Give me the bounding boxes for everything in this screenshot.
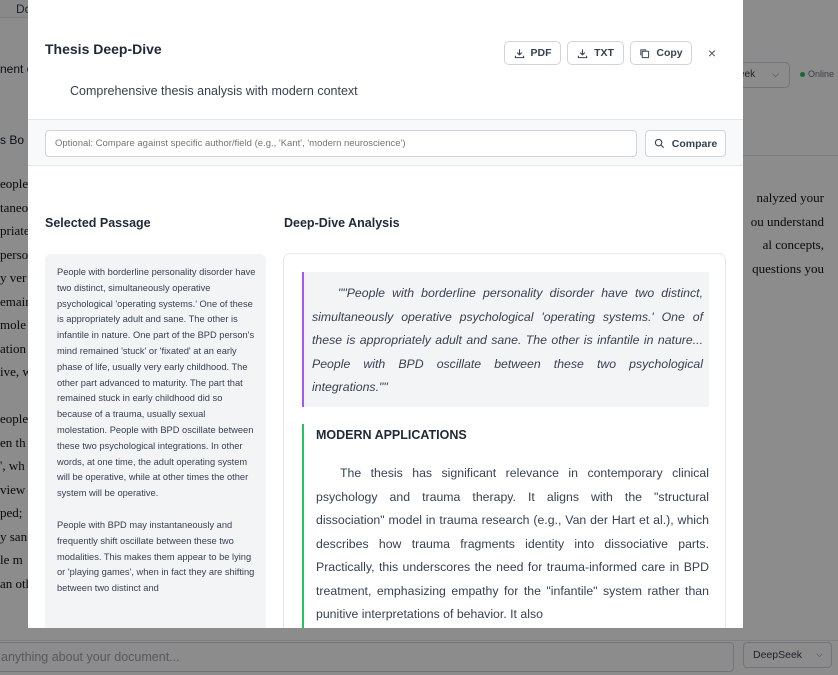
pdf-label: PDF	[530, 47, 552, 59]
export-txt-button[interactable]: TXT	[567, 41, 624, 65]
compare-label: Compare	[671, 137, 718, 150]
txt-label: TXT	[594, 47, 614, 59]
compare-bar: Compare	[28, 119, 743, 166]
compare-input[interactable]	[45, 130, 637, 157]
modern-applications-section: MODERN APPLICATIONS The thesis has signi…	[302, 424, 709, 628]
thesis-quote: ""People with borderline personality dis…	[302, 272, 709, 407]
modern-applications-text: The thesis has significant relevance in …	[316, 466, 709, 621]
copy-icon	[640, 48, 650, 58]
copy-button[interactable]: Copy	[630, 41, 692, 65]
download-icon	[514, 48, 524, 58]
selected-passage-heading: Selected Passage	[45, 216, 151, 230]
thesis-deep-dive-modal: Thesis Deep-Dive Comprehensive thesis an…	[28, 0, 743, 628]
analysis-box: ""People with borderline personality dis…	[283, 253, 726, 628]
passage-paragraph: People with borderline personality disor…	[57, 267, 256, 499]
selected-passage-box: People with borderline personality disor…	[45, 254, 266, 628]
passage-paragraph: People with BPD may instantaneously and …	[57, 519, 255, 594]
close-icon[interactable]: ×	[704, 44, 720, 62]
compare-button[interactable]: Compare	[645, 130, 726, 157]
export-pdf-button[interactable]: PDF	[504, 41, 561, 65]
copy-label: Copy	[656, 47, 683, 59]
modern-applications-heading: MODERN APPLICATIONS	[316, 428, 467, 442]
modal-title: Thesis Deep-Dive	[45, 41, 162, 57]
search-icon	[654, 138, 664, 149]
modal-subtitle: Comprehensive thesis analysis with moder…	[70, 84, 358, 98]
download-icon	[577, 48, 588, 58]
analysis-heading: Deep-Dive Analysis	[284, 216, 400, 230]
